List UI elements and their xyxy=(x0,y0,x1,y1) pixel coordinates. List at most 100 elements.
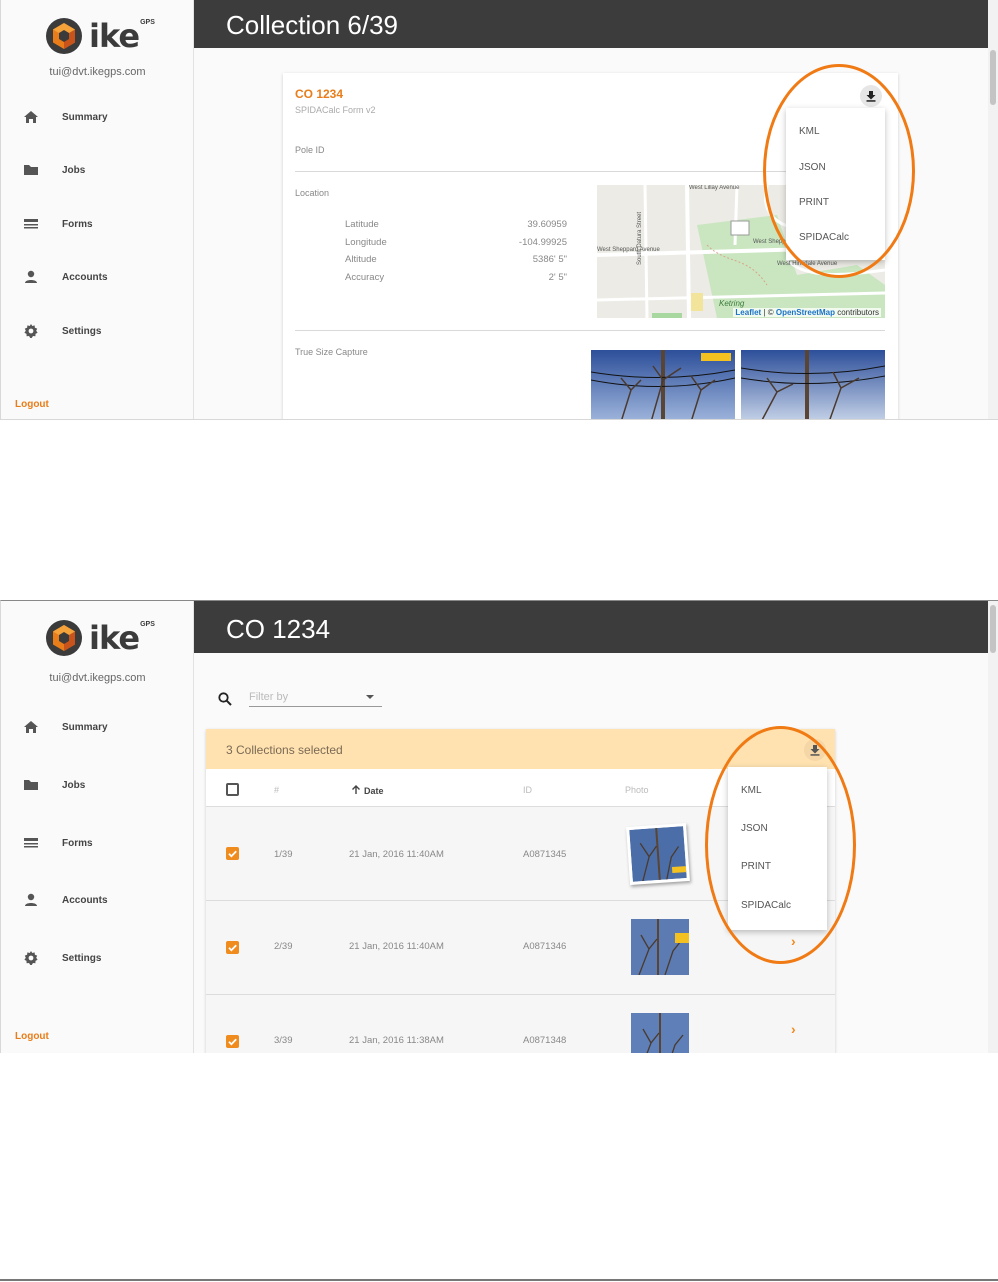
logo[interactable]: ike GPS xyxy=(45,619,155,657)
attribution-separator: | © xyxy=(761,308,776,317)
table-row[interactable]: 3/39 21 Jan, 2016 11:38AM A0871348 › xyxy=(206,995,835,1053)
row-id: A0871346 xyxy=(523,941,567,952)
row-checkbox[interactable] xyxy=(226,847,239,860)
logout-link[interactable]: Logout xyxy=(15,1031,49,1042)
sidebar-item-accounts[interactable]: Accounts xyxy=(1,262,193,292)
row-checkbox[interactable] xyxy=(226,941,239,954)
tree-photo-icon xyxy=(629,826,687,882)
app-header: Collection 6/39 xyxy=(194,0,988,48)
page: ike GPS tui@dvt.ikegps.com Summary Jobs … xyxy=(0,0,998,1282)
user-email: tui@dvt.ikegps.com xyxy=(49,66,146,78)
longitude-row: Longitude -104.99925 xyxy=(345,237,567,248)
sidebar-item-settings[interactable]: Settings xyxy=(1,316,193,346)
leaflet-link[interactable]: Leaflet xyxy=(735,308,761,317)
sidebar-item-label: Summary xyxy=(62,111,108,123)
person-icon xyxy=(25,893,37,906)
row-number: 2/39 xyxy=(274,941,293,952)
check-icon xyxy=(228,850,237,858)
row-checkbox[interactable] xyxy=(226,1035,239,1048)
latitude-value: 39.60959 xyxy=(527,219,567,230)
download-icon xyxy=(866,91,876,102)
sidebar-item-label: Accounts xyxy=(62,271,108,283)
download-button[interactable] xyxy=(804,739,826,761)
scrollbar[interactable] xyxy=(988,601,998,1053)
home-icon xyxy=(24,721,38,733)
capture-photo[interactable] xyxy=(591,350,735,419)
column-header-date-label: Date xyxy=(364,786,384,796)
sidebar-item-accounts[interactable]: Accounts xyxy=(1,885,193,915)
sidebar-item-jobs[interactable]: Jobs xyxy=(1,770,193,800)
check-icon xyxy=(228,1038,237,1046)
scrollbar[interactable] xyxy=(988,0,998,419)
menu-item-spidacalc[interactable]: SPIDACalc xyxy=(728,900,827,911)
download-menu: KML JSON PRINT SPIDACalc xyxy=(728,767,827,930)
menu-item-print[interactable]: PRINT xyxy=(728,861,827,872)
row-id: A0871345 xyxy=(523,849,567,860)
logo[interactable]: ike GPS xyxy=(45,17,155,55)
menu-item-json[interactable]: JSON xyxy=(786,162,885,173)
tree-photo-icon xyxy=(741,350,885,419)
sidebar-item-jobs[interactable]: Jobs xyxy=(1,155,193,185)
row-photo[interactable] xyxy=(631,1013,689,1053)
map-street-label: South Datura Street xyxy=(637,211,643,265)
ike-logo-icon xyxy=(46,620,82,656)
download-button[interactable] xyxy=(860,85,882,107)
divider xyxy=(0,1279,998,1281)
menu-item-json[interactable]: JSON xyxy=(728,823,827,834)
map-place-label: Ketring xyxy=(719,299,745,308)
menu-item-spidacalc[interactable]: SPIDACalc xyxy=(786,232,885,243)
location-label: Location xyxy=(295,188,330,198)
filter-input[interactable] xyxy=(249,688,359,703)
true-size-capture-label: True Size Capture xyxy=(295,347,368,357)
row-photo[interactable] xyxy=(631,919,689,975)
sidebar-item-label: Forms xyxy=(62,837,93,849)
person-icon xyxy=(25,270,37,283)
altitude-label: Altitude xyxy=(345,254,377,265)
sidebar-item-label: Jobs xyxy=(62,779,86,791)
sidebar: ike GPS tui@dvt.ikegps.com Summary Jobs … xyxy=(1,0,194,419)
page-title: CO 1234 xyxy=(226,614,331,644)
map-street-label: West Sheppard Avenue xyxy=(597,247,660,253)
select-all-checkbox[interactable] xyxy=(226,783,239,796)
menu-item-kml[interactable]: KML xyxy=(728,785,827,796)
latitude-label: Latitude xyxy=(345,219,379,230)
logout-link[interactable]: Logout xyxy=(15,399,49,410)
sidebar-item-summary[interactable]: Summary xyxy=(1,712,193,742)
collection-title: CO 1234 xyxy=(295,87,344,101)
sidebar-item-label: Settings xyxy=(62,325,102,337)
sidebar-item-forms[interactable]: Forms xyxy=(1,828,193,858)
map-attribution: Leaflet | © OpenStreetMap contributors xyxy=(733,308,881,317)
sidebar-item-label: Settings xyxy=(62,952,102,964)
form-name: SPIDACalc Form v2 xyxy=(295,105,376,115)
row-photo[interactable] xyxy=(626,822,690,886)
row-date: 21 Jan, 2016 11:40AM xyxy=(349,849,444,860)
column-header-number[interactable]: # xyxy=(274,785,279,795)
download-menu: KML JSON PRINT SPIDACalc xyxy=(786,108,885,260)
sidebar-item-forms[interactable]: Forms xyxy=(1,209,193,239)
map-street-label: West Lillay Avenue xyxy=(689,185,740,191)
logo-text: ike xyxy=(89,619,140,657)
selection-count: 3 Collections selected xyxy=(226,743,343,757)
column-header-date[interactable]: Date xyxy=(351,785,384,796)
forms-icon xyxy=(24,219,38,229)
accuracy-value: 2' 5" xyxy=(548,272,567,283)
menu-item-kml[interactable]: KML xyxy=(786,126,885,137)
divider xyxy=(295,330,885,331)
openstreetmap-link[interactable]: OpenStreetMap xyxy=(776,308,835,317)
search-icon[interactable] xyxy=(217,691,233,707)
column-header-id[interactable]: ID xyxy=(523,785,532,795)
download-icon xyxy=(810,745,820,756)
row-chevron-right-icon[interactable]: › xyxy=(791,1021,796,1037)
filter-dropdown[interactable] xyxy=(249,687,382,707)
sidebar-item-label: Accounts xyxy=(62,894,108,906)
map-street-label: West Hinsdale Avenue xyxy=(777,261,838,267)
sidebar-item-settings[interactable]: Settings xyxy=(1,943,193,973)
sidebar: ike GPS tui@dvt.ikegps.com Summary Jobs … xyxy=(1,601,194,1053)
longitude-label: Longitude xyxy=(345,237,387,248)
row-chevron-right-icon[interactable]: › xyxy=(791,933,796,949)
row-date: 21 Jan, 2016 11:40AM xyxy=(349,941,444,952)
capture-photo[interactable] xyxy=(741,350,885,419)
sidebar-item-summary[interactable]: Summary xyxy=(1,102,193,132)
chevron-down-icon[interactable] xyxy=(366,695,374,699)
menu-item-print[interactable]: PRINT xyxy=(786,197,885,208)
